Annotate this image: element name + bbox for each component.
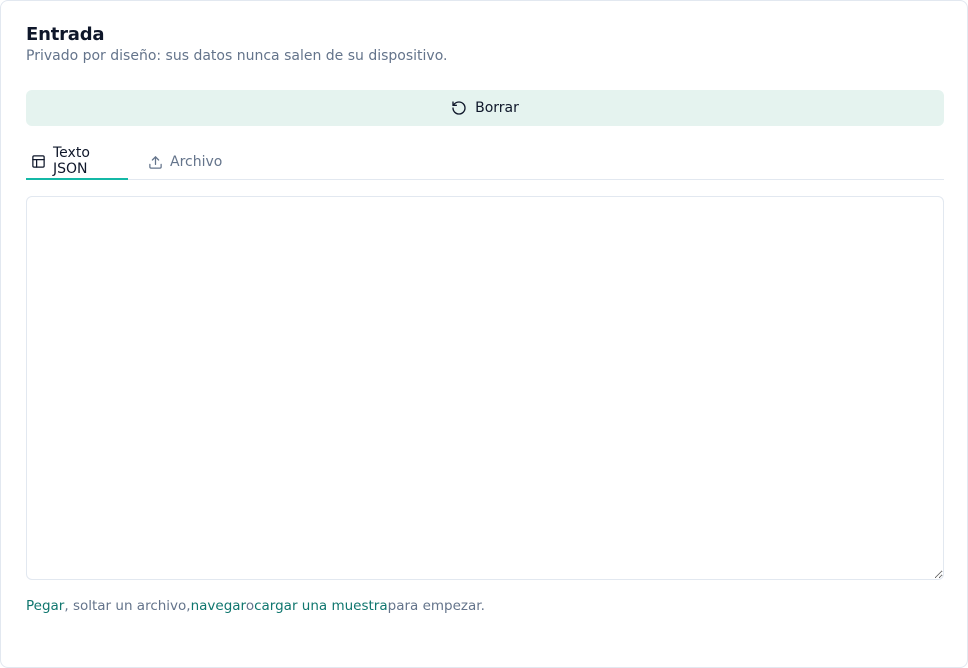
upload-icon [148, 155, 163, 170]
clear-button[interactable]: Borrar [26, 90, 944, 126]
tab-file-label: Archivo [170, 154, 223, 170]
section-title: Entrada [26, 24, 105, 45]
input-tabs: Texto JSON Archivo [26, 144, 944, 180]
hint-text-end: para empezar. [387, 598, 485, 614]
table-icon [31, 154, 46, 169]
load-sample-link[interactable]: cargar una muestra [254, 598, 388, 614]
hint-text-drop: , soltar un archivo, [64, 598, 191, 614]
rotate-ccw-icon [451, 100, 467, 116]
json-input-textarea[interactable] [26, 196, 944, 580]
section-subtitle: Privado por diseño: sus datos nunca sale… [26, 48, 448, 64]
browse-link[interactable]: navegar [191, 598, 246, 614]
hint-text-or: o [245, 598, 255, 614]
input-panel: Entrada Privado por diseño: sus datos nu… [0, 0, 968, 668]
tab-json-text-label: Texto JSON [53, 145, 90, 177]
tab-json-text[interactable]: Texto JSON [26, 144, 128, 180]
tab-file[interactable]: Archivo [148, 144, 222, 180]
clear-button-label: Borrar [475, 100, 519, 116]
paste-link[interactable]: Pegar [26, 598, 64, 614]
input-hint: Pegar, soltar un archivo,navegarocargar … [26, 597, 485, 615]
